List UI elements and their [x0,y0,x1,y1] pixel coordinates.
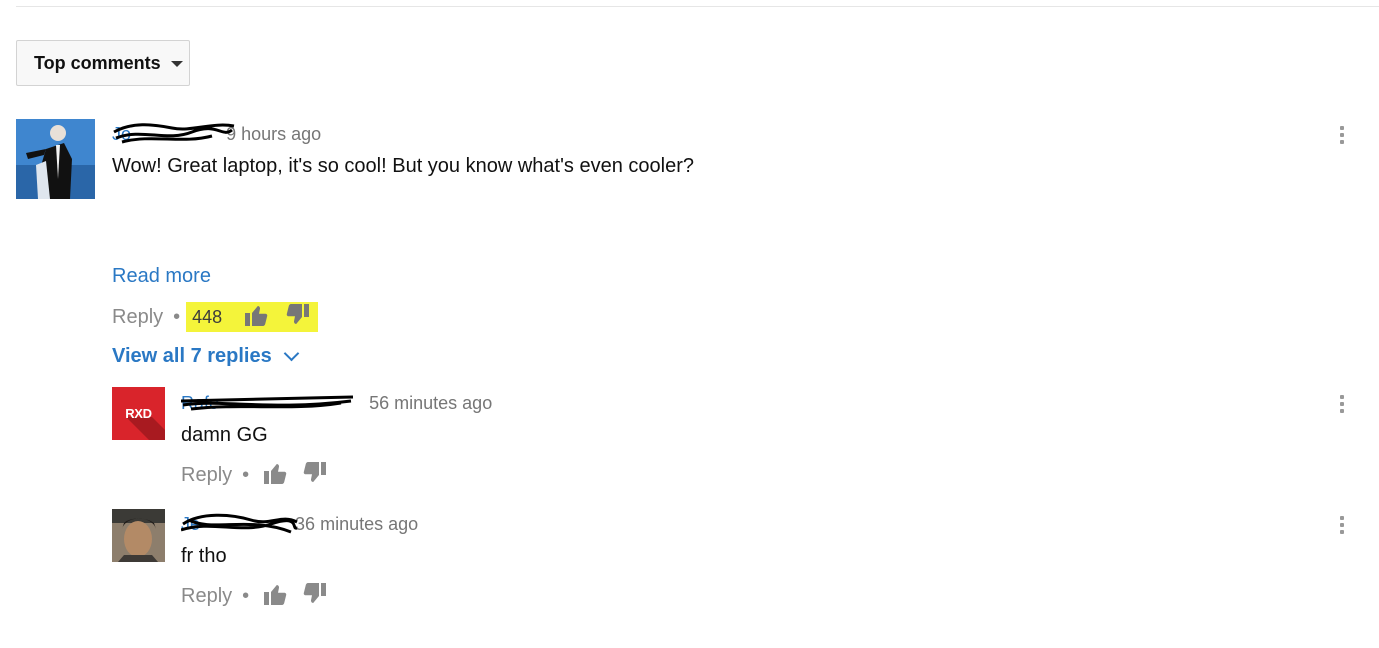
avatar-label: RXD [125,406,152,421]
reply-button[interactable]: Reply [181,585,232,608]
sort-label: Top comments [34,52,161,73]
reply-text: fr tho [181,545,227,567]
caret-down-icon [170,61,183,67]
thumbs-down-icon[interactable] [286,303,310,331]
thumbs-up-icon[interactable] [263,462,287,489]
separator-dot: • [242,463,250,486]
avatar[interactable] [112,509,165,562]
divider [16,6,1379,7]
comment-author[interactable]: JohnnyXXXX [112,122,235,145]
like-count: 448 [192,306,223,327]
thumbs-down-icon[interactable] [303,461,327,489]
thumbs-down-icon[interactable] [303,582,327,610]
separator-dot: • [173,305,181,328]
reply-author[interactable]: JerryXXXXXX [181,513,298,535]
highlighted-rating: 448 [186,302,319,332]
view-replies-toggle[interactable]: View all 7 replies [112,343,300,369]
read-more-link[interactable]: Read more [112,265,211,288]
thumbs-up-icon[interactable] [263,583,287,610]
reply-actions: Reply • [181,581,327,611]
reply-header: JerryXXXXXX 36 minutes ago [181,513,418,535]
separator-dot: • [242,584,250,607]
redaction-scribble [181,513,298,533]
more-options-icon[interactable] [1339,516,1345,538]
reply-header: RafeItHughesXXXXXX 56 minutes ago [181,392,492,414]
comment-actions: Reply • 448 [112,302,319,332]
avatar[interactable] [16,119,95,199]
reply-time[interactable]: 36 minutes ago [295,514,418,535]
more-options-icon[interactable] [1339,395,1345,417]
reply-button[interactable]: Reply [112,306,163,329]
reply-actions: Reply • [181,460,327,490]
redaction-scribble [181,395,354,410]
reply-text: damn GG [181,424,268,446]
view-replies-label: View all 7 replies [112,344,272,367]
reply-button[interactable]: Reply [181,464,232,487]
thumbs-up-icon[interactable] [244,304,268,331]
reply-time[interactable]: 56 minutes ago [369,393,492,414]
reply-author[interactable]: RafeItHughesXXXXXX [181,393,363,414]
chevron-down-icon [283,345,300,361]
sort-comments-dropdown[interactable]: Top comments [16,40,190,86]
avatar-rxd[interactable]: RXD [112,387,165,440]
redaction-scribble [113,122,235,143]
comment-header: JohnnyXXXX 9 hours ago [112,122,321,145]
more-options-icon[interactable] [1339,126,1345,148]
comment-time[interactable]: 9 hours ago [226,124,321,145]
comment-text: Wow! Great laptop, it's so cool! But you… [112,155,695,177]
